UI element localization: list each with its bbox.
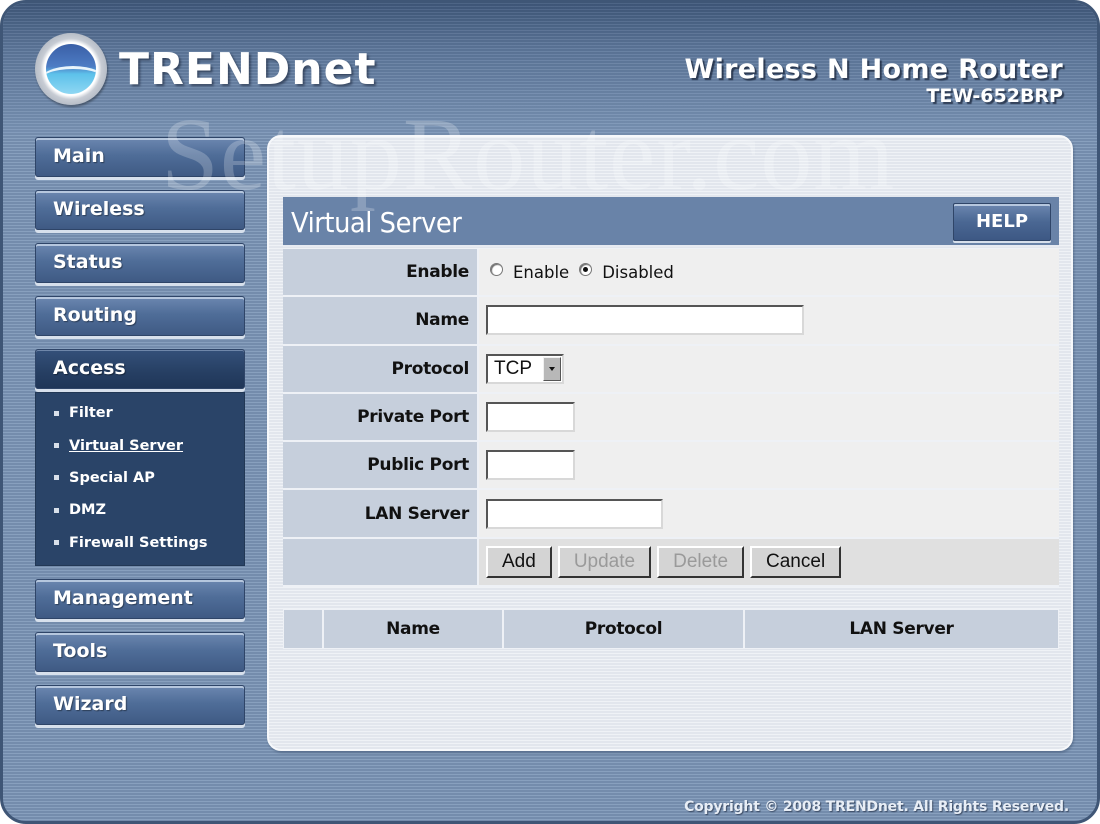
- help-button[interactable]: HELP: [953, 203, 1051, 241]
- trendnet-globe-icon: [35, 33, 107, 105]
- cancel-button[interactable]: Cancel: [750, 545, 842, 578]
- sidebar-nav: Main Wireless Status Routing Access Filt…: [35, 137, 245, 738]
- list-col-select: [284, 610, 322, 648]
- list-col-name: Name: [322, 610, 502, 648]
- product-model: TEW-652BRP: [926, 85, 1063, 107]
- sidebar-item-main[interactable]: Main: [35, 137, 245, 177]
- lan-server-input[interactable]: [486, 498, 663, 529]
- bullet-icon: [54, 475, 59, 481]
- virtual-server-list-header: Name Protocol LAN Server: [283, 609, 1059, 649]
- bullet-icon: [54, 540, 59, 546]
- product-info: Wireless N Home Router TEW-652BRP: [684, 54, 1063, 108]
- submenu-item-dmz[interactable]: DMZ: [36, 494, 244, 526]
- bullet-icon: [54, 507, 59, 513]
- protocol-select[interactable]: TCP: [486, 353, 564, 384]
- name-label: Name: [283, 297, 477, 344]
- trendnet-logo: TRENDnet: [35, 33, 377, 105]
- disabled-radio-label: Disabled: [602, 262, 674, 282]
- protocol-select-value: TCP: [494, 357, 532, 379]
- submenu-item-special-ap[interactable]: Special AP: [36, 462, 244, 494]
- enable-radio[interactable]: [490, 262, 503, 276]
- sidebar-item-management[interactable]: Management: [35, 578, 245, 619]
- disabled-radio[interactable]: [579, 262, 593, 276]
- form-row-protocol: Protocol TCP: [283, 345, 1059, 394]
- form-row-actions: Add Update Delete Cancel: [283, 538, 1059, 588]
- enable-radio-label: Enable: [513, 262, 570, 282]
- form-row-enable: Enable Enable Disabled: [283, 249, 1059, 298]
- product-name: Wireless N Home Router: [684, 54, 1063, 85]
- submenu-item-firewall-settings[interactable]: Firewall Settings: [36, 527, 244, 559]
- protocol-label: Protocol: [283, 345, 477, 392]
- content-panel: Virtual Server HELP Enable Enable Disabl…: [267, 135, 1073, 751]
- sidebar-item-access[interactable]: Access: [35, 349, 245, 389]
- delete-button[interactable]: Delete: [657, 545, 745, 578]
- sidebar-item-routing[interactable]: Routing: [35, 296, 245, 336]
- submenu-item-virtual-server[interactable]: Virtual Server: [36, 429, 244, 461]
- brand-name: TRENDnet: [119, 43, 377, 95]
- header: TRENDnet Wireless N Home Router TEW-652B…: [3, 3, 1097, 133]
- private-port-label: Private Port: [283, 393, 477, 441]
- public-port-input[interactable]: [486, 450, 575, 481]
- sidebar-item-wizard[interactable]: Wizard: [35, 684, 245, 725]
- page-title-bar: Virtual Server HELP: [283, 197, 1059, 247]
- form-row-public-port: Public Port: [283, 442, 1059, 491]
- form-row-private-port: Private Port: [283, 393, 1059, 443]
- enable-label: Enable: [283, 249, 477, 296]
- form-row-lan-server: LAN Server: [283, 490, 1059, 539]
- list-col-protocol: Protocol: [502, 610, 743, 648]
- bullet-icon: [54, 443, 59, 449]
- list-col-lan-server: LAN Server: [743, 610, 1058, 648]
- submenu-item-filter[interactable]: Filter: [36, 397, 244, 429]
- sidebar-item-status[interactable]: Status: [35, 243, 245, 283]
- public-port-label: Public Port: [283, 442, 477, 489]
- router-admin-frame: TRENDnet Wireless N Home Router TEW-652B…: [0, 0, 1100, 824]
- sidebar-item-tools[interactable]: Tools: [35, 631, 245, 672]
- name-input[interactable]: [486, 305, 804, 336]
- access-submenu: Filter Virtual Server Special AP DMZ Fir…: [35, 392, 245, 566]
- page-title: Virtual Server: [291, 206, 462, 239]
- update-button[interactable]: Update: [557, 545, 652, 578]
- lan-server-label: LAN Server: [283, 490, 477, 537]
- form-row-name: Name: [283, 297, 1059, 346]
- copyright-footer: Copyright © 2008 TRENDnet. All Rights Re…: [684, 799, 1069, 815]
- chevron-down-icon[interactable]: [543, 356, 561, 381]
- private-port-input[interactable]: [486, 402, 575, 433]
- add-button[interactable]: Add: [486, 545, 552, 578]
- sidebar-item-wireless[interactable]: Wireless: [35, 190, 245, 230]
- enable-radio-group: Enable Disabled: [486, 262, 680, 282]
- bullet-icon: [54, 410, 59, 416]
- virtual-server-form: Enable Enable Disabled Name Protocol TCP…: [283, 249, 1059, 588]
